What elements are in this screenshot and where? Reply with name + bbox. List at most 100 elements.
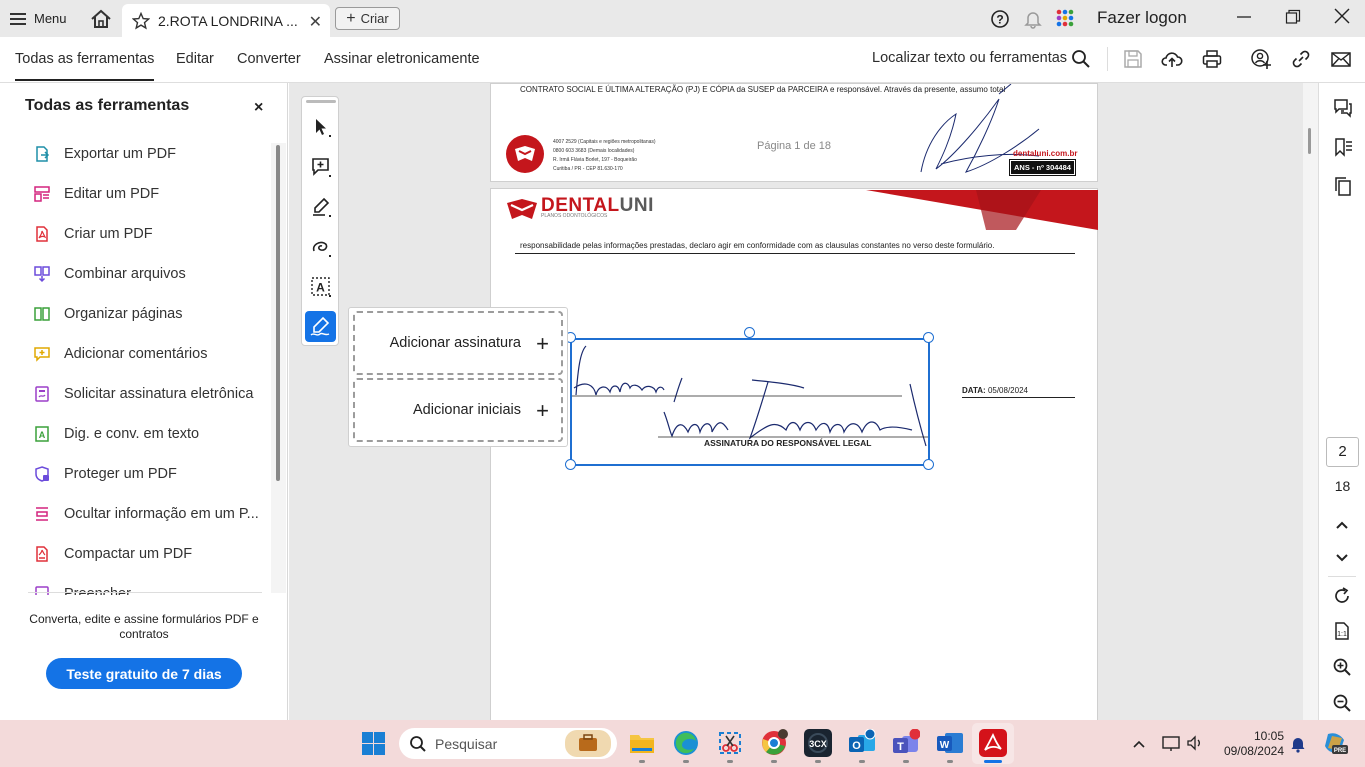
signature-menu: Adicionar assinatura + Adicionar iniciai… — [348, 307, 568, 447]
tool-item[interactable]: Editar um PDF — [33, 182, 159, 206]
current-page-input[interactable]: 2 — [1326, 437, 1359, 467]
rotate-icon[interactable] — [1332, 586, 1352, 606]
previous-page-icon[interactable] — [1332, 515, 1352, 535]
tool-item[interactable]: Exportar um PDF — [33, 142, 176, 166]
comments-panel-icon[interactable] — [1333, 98, 1353, 118]
free-trial-button[interactable]: Teste gratuito de 7 dias — [46, 658, 242, 689]
hamburger-icon — [10, 12, 26, 25]
tool-item[interactable]: Combinar arquivos — [33, 262, 186, 286]
help-icon[interactable]: ? — [990, 9, 1010, 29]
request-signature-icon — [33, 385, 51, 403]
tool-item[interactable]: Organizar páginas — [33, 302, 183, 326]
resize-handle[interactable] — [744, 327, 755, 338]
bell-icon[interactable] — [1023, 9, 1043, 29]
toolbar-divider — [1107, 47, 1108, 71]
apps-grid-icon[interactable] — [1055, 8, 1075, 28]
website-label: dentaluni.com.br — [1013, 149, 1078, 158]
draw-freehand-icon[interactable] — [309, 235, 333, 259]
close-window-icon[interactable] — [1334, 8, 1350, 24]
tab-convert[interactable]: Converter — [237, 51, 301, 67]
chevron-up-icon[interactable] — [1131, 736, 1147, 752]
home-icon[interactable] — [88, 6, 114, 32]
share-user-icon[interactable] — [1250, 48, 1272, 70]
tool-item[interactable]: Preencher — [33, 582, 131, 595]
add-initials-option[interactable]: Adicionar iniciais + — [353, 378, 563, 442]
search-tools-label[interactable]: Localizar texto ou ferramentas — [872, 50, 1067, 66]
volume-icon[interactable] — [1186, 734, 1204, 752]
bookmarks-icon[interactable] — [1333, 137, 1353, 157]
add-comment-tool-icon[interactable] — [309, 155, 333, 179]
tool-item[interactable]: Criar um PDF — [33, 222, 153, 246]
document-tab[interactable]: 2.ROTA LONDRINA ... ✕ — [122, 4, 330, 37]
add-comment-icon — [33, 345, 51, 363]
print-icon[interactable] — [1201, 48, 1223, 70]
tool-label: Editar um PDF — [64, 186, 160, 202]
resize-handle[interactable] — [565, 459, 576, 470]
tool-item[interactable]: A Dig. e conv. em texto — [33, 422, 199, 446]
copilot-icon[interactable]: PRE — [1322, 730, 1348, 756]
save-icon[interactable] — [1122, 48, 1144, 70]
star-icon[interactable] — [132, 11, 150, 30]
tab-close-icon[interactable]: ✕ — [309, 12, 322, 32]
dentaluni-tooth-icon — [505, 197, 539, 223]
resize-handle[interactable] — [923, 459, 934, 470]
outlook-icon[interactable]: O — [848, 729, 876, 757]
sign-tool-button[interactable] — [305, 311, 336, 342]
cloud-upload-icon[interactable] — [1161, 48, 1183, 70]
network-icon[interactable] — [1161, 734, 1181, 752]
zoom-out-icon[interactable] — [1332, 693, 1352, 713]
minimize-icon[interactable] — [1236, 9, 1252, 25]
page-thumbnails-icon[interactable] — [1333, 176, 1353, 196]
tool-item[interactable]: Adicionar comentários — [33, 342, 207, 366]
tool-item[interactable]: Solicitar assinatura eletrônica — [33, 382, 253, 406]
signature-selection-box[interactable]: ASSINATURA DO RESPONSÁVEL LEGAL — [570, 338, 930, 466]
acrobat-active-tile[interactable] — [972, 723, 1014, 764]
edit-pdf-icon — [33, 185, 51, 203]
edge-browser-icon[interactable] — [672, 729, 700, 757]
tab-e-sign[interactable]: Assinar eletronicamente — [324, 51, 480, 67]
chrome-browser-icon[interactable] — [760, 729, 788, 757]
app-running-indicator — [639, 760, 645, 763]
app-running-indicator — [683, 760, 689, 763]
resize-handle[interactable] — [923, 332, 934, 343]
fit-page-icon[interactable]: 1:1 — [1332, 621, 1352, 641]
windows-start-icon[interactable] — [362, 732, 385, 755]
tools-panel: Todas as ferramentas × Exportar um PDF Ed… — [0, 83, 288, 720]
restore-icon[interactable] — [1285, 9, 1301, 25]
3cx-app-icon[interactable]: 3CX — [804, 729, 832, 757]
taskbar-search[interactable]: Pesquisar — [399, 728, 617, 759]
protect-pdf-icon — [33, 465, 51, 483]
link-icon[interactable] — [1290, 48, 1312, 70]
tool-item[interactable]: Proteger um PDF — [33, 462, 177, 486]
sign-pen-icon — [310, 316, 330, 336]
create-button[interactable]: + Criar — [335, 7, 400, 30]
tab-edit[interactable]: Editar — [176, 51, 214, 67]
add-signature-option[interactable]: Adicionar assinatura + — [353, 311, 563, 375]
tool-label: Compactar um PDF — [64, 546, 193, 562]
word-icon[interactable]: W — [936, 729, 964, 757]
next-page-icon[interactable] — [1332, 548, 1352, 568]
file-explorer-icon[interactable] — [628, 729, 656, 757]
select-cursor-icon[interactable] — [309, 115, 333, 139]
mail-icon[interactable] — [1330, 48, 1352, 70]
system-clock[interactable]: 10:05 09/08/2024 — [1218, 729, 1284, 759]
search-icon[interactable] — [1070, 48, 1092, 70]
teams-icon[interactable]: T — [892, 729, 920, 757]
notification-bell-icon[interactable] — [1290, 735, 1306, 753]
login-button[interactable]: Fazer logon — [1097, 8, 1187, 28]
tool-item[interactable]: Ocultar informação em um P... — [33, 502, 259, 526]
add-text-icon[interactable]: A — [309, 275, 333, 299]
highlight-pen-icon[interactable] — [309, 195, 333, 219]
drag-handle[interactable] — [306, 100, 336, 103]
document-scrollbar-thumb[interactable] — [1308, 128, 1311, 154]
tool-label: Solicitar assinatura eletrônica — [64, 386, 254, 402]
app-running-indicator — [903, 760, 909, 763]
document-scrollbar[interactable] — [1303, 83, 1318, 720]
tab-all-tools[interactable]: Todas as ferramentas — [15, 51, 155, 81]
panel-scrollbar-thumb[interactable] — [276, 145, 280, 481]
tool-item[interactable]: Compactar um PDF — [33, 542, 192, 566]
zoom-in-icon[interactable] — [1332, 657, 1352, 677]
menu-button[interactable]: Menu — [10, 7, 67, 30]
snipping-tool-icon[interactable] — [716, 729, 744, 757]
dentaluni-logo-icon — [505, 134, 545, 174]
